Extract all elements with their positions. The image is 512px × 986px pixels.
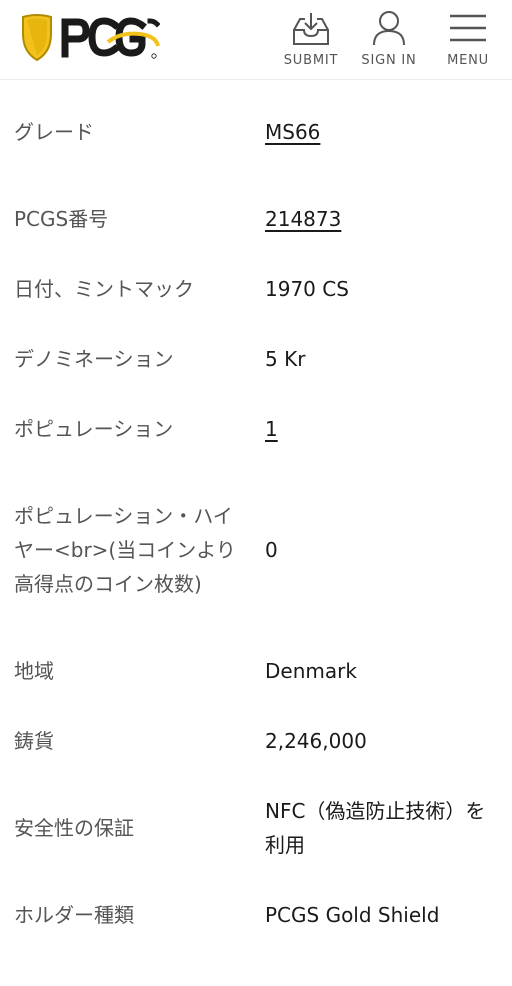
spec-row-population: ポピュレーション 1 (0, 394, 512, 464)
spec-row-grade: グレード MS66 (0, 80, 512, 184)
spec-row-pcgs-number: PCGS番号 214873 (0, 184, 512, 254)
spec-row-date-mintmark: 日付、ミントマック 1970 CS (0, 254, 512, 324)
spec-label: 日付、ミントマック (14, 277, 194, 301)
spec-value: 2,246,000 (265, 729, 367, 753)
spec-row-denomination: デノミネーション 5 Kr (0, 324, 512, 394)
pcgs-shield-logo-icon (22, 14, 160, 62)
population-link[interactable]: 1 (265, 412, 512, 446)
spec-value: 5 Kr (265, 347, 306, 371)
hamburger-icon (448, 6, 488, 46)
sign-in-button[interactable]: SIGN IN (356, 6, 422, 76)
pcgs-number-link[interactable]: 214873 (265, 202, 512, 236)
spec-label: PCGS番号 (14, 207, 109, 231)
user-icon (372, 6, 406, 46)
spec-row-mintage: 鋳貨 2,246,000 (0, 706, 512, 776)
spec-value: Denmark (265, 659, 357, 683)
spec-label: ポピュレーション (14, 417, 174, 441)
submit-label: SUBMIT (283, 53, 339, 68)
tray-download-icon (292, 6, 330, 46)
spec-row-region: 地域 Denmark (0, 636, 512, 706)
menu-button[interactable]: MENU (438, 6, 498, 76)
coin-spec-table: グレード MS66 PCGS番号 214873 日付、ミントマック 1970 C… (0, 80, 512, 950)
spec-row-population-higher: ポピュレーション・ハイヤー<br>(当コインより高得点のコイン枚数) 0 (0, 464, 512, 636)
site-header: SUBMIT SIGN IN MENU (0, 0, 512, 80)
spec-label: 地域 (14, 659, 54, 683)
spec-value: PCGS Gold Shield (265, 903, 440, 927)
sign-in-label: SIGN IN (361, 53, 417, 68)
spec-value: 1970 CS (265, 277, 349, 301)
submit-button[interactable]: SUBMIT (280, 6, 342, 76)
spec-label: グレード (14, 120, 94, 144)
menu-label: MENU (447, 53, 489, 68)
spec-label: 安全性の保証 (14, 816, 134, 840)
spec-value: 0 (265, 538, 278, 562)
spec-value: NFC（偽造防止技術）を利用 (265, 799, 486, 857)
spec-label: ポピュレーション・ハイヤー<br>(当コインより高得点のコイン枚数) (14, 504, 236, 596)
pcgs-logo[interactable] (20, 12, 160, 64)
spec-row-holder-type: ホルダー種類 PCGS Gold Shield (0, 880, 512, 950)
grade-link[interactable]: MS66 (265, 115, 512, 149)
spec-row-security-guarantee: 安全性の保証 NFC（偽造防止技術）を利用 (0, 776, 512, 880)
spec-label: ホルダー種類 (14, 903, 134, 927)
spec-label: 鋳貨 (14, 729, 54, 753)
spec-label: デノミネーション (14, 347, 174, 371)
